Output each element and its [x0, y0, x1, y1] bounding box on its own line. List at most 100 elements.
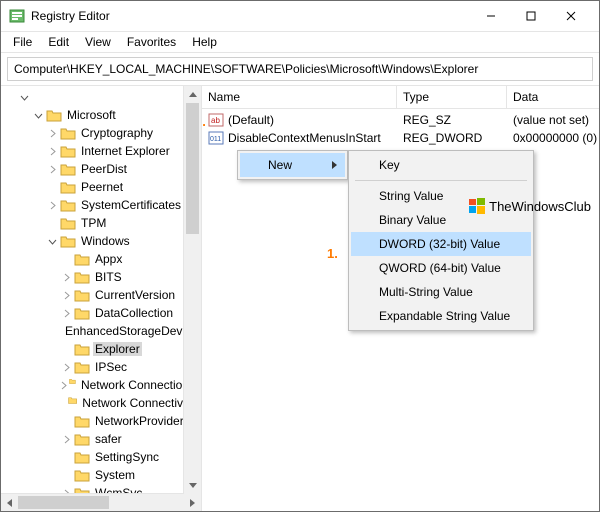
- column-name[interactable]: Name: [202, 86, 397, 108]
- column-type[interactable]: Type: [397, 86, 507, 108]
- tree-node[interactable]: System: [3, 466, 201, 484]
- tree-node[interactable]: Network Connectivity: [3, 394, 201, 412]
- tree-label: EnhancedStorageDevices: [63, 324, 201, 338]
- tree-node[interactable]: Appx: [3, 250, 201, 268]
- annotation-two: 2.: [202, 114, 206, 129]
- context-item-key[interactable]: Key: [351, 153, 531, 177]
- menu-edit[interactable]: Edit: [40, 33, 77, 51]
- tree-node[interactable]: SettingSync: [3, 448, 201, 466]
- maximize-button[interactable]: [511, 2, 551, 30]
- windows-logo-icon: [469, 198, 485, 214]
- context-item-dword32[interactable]: DWORD (32-bit) Value: [351, 232, 531, 256]
- context-item-qword64[interactable]: QWORD (64-bit) Value: [351, 256, 531, 280]
- value-list[interactable]: ab (Default) REG_SZ (value not set) 011 …: [202, 109, 599, 147]
- tree-node[interactable]: IPSec: [3, 358, 201, 376]
- scroll-thumb[interactable]: [18, 496, 109, 509]
- tree[interactable]: Microsoft Cryptography Internet Explorer…: [1, 86, 201, 493]
- scroll-right-button[interactable]: [184, 494, 201, 511]
- address-bar[interactable]: Computer\HKEY_LOCAL_MACHINE\SOFTWARE\Pol…: [7, 57, 593, 81]
- tree-node[interactable]: CurrentVersion: [3, 286, 201, 304]
- context-menu-new: Key String Value Binary Value DWORD (32-…: [348, 150, 534, 331]
- chevron-right-icon[interactable]: [45, 144, 59, 158]
- chevron-right-icon[interactable]: [59, 288, 73, 302]
- value-row-default[interactable]: ab (Default) REG_SZ (value not set): [202, 111, 599, 129]
- chevron-right-icon[interactable]: [59, 378, 68, 392]
- tree-node[interactable]: PeerDist: [3, 160, 201, 178]
- tree-node[interactable]: safer: [3, 430, 201, 448]
- tree-node[interactable]: Cryptography: [3, 124, 201, 142]
- window-title: Registry Editor: [31, 9, 110, 23]
- scroll-up-button[interactable]: [184, 86, 201, 103]
- minimize-button[interactable]: [471, 2, 511, 30]
- tree-label: NetworkProvider: [93, 414, 186, 428]
- list-pane: Name Type Data ab (Default) REG_SZ (valu…: [202, 86, 599, 511]
- tree-node[interactable]: WcmSvc: [3, 484, 201, 493]
- body: Microsoft Cryptography Internet Explorer…: [1, 85, 599, 511]
- chevron-right-icon[interactable]: [59, 486, 73, 493]
- menu-help[interactable]: Help: [184, 33, 225, 51]
- folder-icon: [74, 288, 90, 302]
- chevron-right-icon[interactable]: [45, 126, 59, 140]
- value-data: 0x00000000 (0): [507, 131, 599, 145]
- tree-node[interactable]: TPM: [3, 214, 201, 232]
- tree-label: WcmSvc: [93, 486, 144, 493]
- chevron-right-icon[interactable]: [59, 432, 73, 446]
- chevron-right-icon[interactable]: [45, 162, 59, 176]
- vertical-scrollbar[interactable]: [183, 86, 201, 494]
- scroll-thumb[interactable]: [186, 103, 199, 234]
- svg-text:ab: ab: [211, 116, 220, 125]
- folder-icon: [68, 396, 77, 410]
- folder-icon: [46, 108, 62, 122]
- tree-label: System: [93, 468, 137, 482]
- tree-node-microsoft[interactable]: Microsoft: [3, 106, 201, 124]
- tree-node[interactable]: SystemCertificates: [3, 196, 201, 214]
- chevron-down-icon[interactable]: [45, 234, 59, 248]
- context-menu-item-new[interactable]: New: [240, 153, 345, 177]
- chevron-right-icon[interactable]: [59, 270, 73, 284]
- tree-node[interactable]: BITS: [3, 268, 201, 286]
- menu-view[interactable]: View: [77, 33, 119, 51]
- close-button[interactable]: [551, 2, 591, 30]
- tree-label: Microsoft: [65, 108, 118, 122]
- tree-node[interactable]: NetworkProvider: [3, 412, 201, 430]
- tree-label: Network Connections: [79, 378, 197, 392]
- menu-bar: File Edit View Favorites Help: [1, 32, 599, 53]
- tree-node[interactable]: DataCollection: [3, 304, 201, 322]
- address-text: Computer\HKEY_LOCAL_MACHINE\SOFTWARE\Pol…: [14, 62, 478, 76]
- tree-node[interactable]: EnhancedStorageDevices: [3, 322, 201, 340]
- chevron-right-icon[interactable]: [59, 360, 73, 374]
- menu-file[interactable]: File: [5, 33, 40, 51]
- value-row-disablecontextmenus[interactable]: 011 DisableContextMenusInStart REG_DWORD…: [202, 129, 599, 147]
- tree-label: TPM: [79, 216, 108, 230]
- tree-node-windows[interactable]: Windows: [3, 232, 201, 250]
- chevron-down-icon[interactable]: [31, 108, 45, 122]
- folder-icon: [74, 432, 90, 446]
- tree-label: safer: [93, 432, 124, 446]
- chevron-right-icon[interactable]: [45, 198, 59, 212]
- folder-icon: [60, 162, 76, 176]
- column-headers: Name Type Data: [202, 86, 599, 109]
- folder-icon: [74, 486, 90, 493]
- tree-label: Internet Explorer: [79, 144, 172, 158]
- app-icon: [9, 8, 25, 24]
- tree-node[interactable]: Peernet: [3, 178, 201, 196]
- scroll-track[interactable]: [184, 103, 201, 477]
- chevron-down-icon[interactable]: [17, 90, 31, 104]
- tree-node-explorer[interactable]: Explorer: [3, 340, 201, 358]
- scroll-track[interactable]: [18, 494, 184, 511]
- tree-node[interactable]: [3, 88, 201, 106]
- context-menu-group: New Key String Value Binary Value DWORD …: [237, 150, 534, 331]
- string-value-icon: ab: [208, 112, 224, 128]
- horizontal-scrollbar[interactable]: [1, 493, 201, 511]
- folder-icon: [60, 234, 76, 248]
- chevron-right-icon[interactable]: [59, 306, 73, 320]
- folder-icon: [74, 450, 90, 464]
- menu-favorites[interactable]: Favorites: [119, 33, 184, 51]
- tree-node[interactable]: Internet Explorer: [3, 142, 201, 160]
- tree-node[interactable]: Network Connections: [3, 376, 201, 394]
- column-data[interactable]: Data: [507, 86, 599, 108]
- scroll-left-button[interactable]: [1, 494, 18, 511]
- scroll-down-button[interactable]: [184, 477, 201, 494]
- context-item-expandable[interactable]: Expandable String Value: [351, 304, 531, 328]
- context-item-multistring[interactable]: Multi-String Value: [351, 280, 531, 304]
